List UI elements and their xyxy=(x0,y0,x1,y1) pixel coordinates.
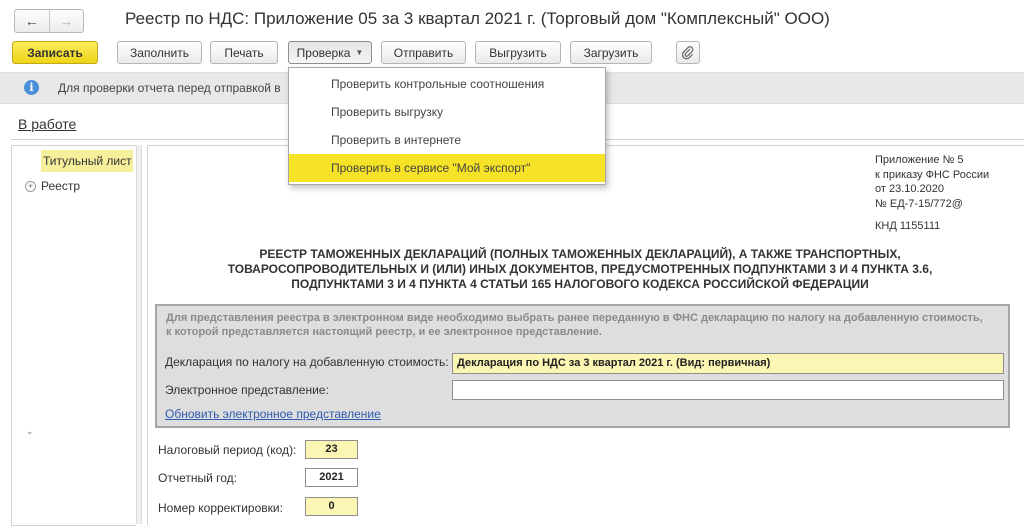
note-line: Для представления реестра в электронном … xyxy=(166,312,983,324)
declaration-field[interactable]: Декларация по НДС за 3 квартал 2021 г. (… xyxy=(452,353,1004,374)
attach-button[interactable] xyxy=(676,41,700,64)
correction-label: Номер корректировки: xyxy=(158,501,283,515)
heading-line: ПОДПУНКТАМИ 3 И 4 ПУНКТА 4 СТАТЬИ 165 НА… xyxy=(291,277,869,291)
check-button-label: Проверка xyxy=(296,45,351,60)
tree-item-registry[interactable]: Реестр xyxy=(41,179,80,193)
expand-icon[interactable]: + xyxy=(25,181,36,192)
arrow-right-icon: → xyxy=(59,13,74,29)
caret-down-icon: ▼ xyxy=(355,48,364,57)
submission-note: Для представления реестра в электронном … xyxy=(166,311,1006,339)
year-field[interactable]: 2021 xyxy=(305,468,358,487)
appendix-reference: Приложение № 5 к приказу ФНС России от 2… xyxy=(875,153,989,211)
check-button[interactable]: Проверка ▼ xyxy=(288,41,372,64)
refresh-electronic-link[interactable]: Обновить электронное представление xyxy=(165,407,381,421)
tax-period-label: Налоговый период (код): xyxy=(158,443,297,457)
info-text: Для проверки отчета перед отправкой в xyxy=(58,81,281,95)
tree-item-title-page[interactable]: Титульный лист xyxy=(41,150,133,172)
note-line: к которой представляется настоящий реест… xyxy=(166,326,602,338)
heading-line: РЕЕСТР ТАМОЖЕННЫХ ДЕКЛАРАЦИЙ (ПОЛНЫХ ТАМ… xyxy=(259,247,901,261)
collapse-icon[interactable]: ⌄ xyxy=(26,426,34,437)
tax-period-field[interactable]: 23 xyxy=(305,440,358,459)
info-icon: i xyxy=(24,80,39,95)
heading-line: ТОВАРОСОПРОВОДИТЕЛЬНЫХ И (ИЛИ) ИНЫХ ДОКУ… xyxy=(227,262,933,276)
back-button[interactable]: ← xyxy=(15,10,49,32)
menu-item-check-control-ratios[interactable]: Проверить контрольные соотношения xyxy=(289,70,605,98)
electronic-label: Электронное представление: xyxy=(165,383,329,397)
send-button[interactable]: Отправить xyxy=(381,41,466,64)
export-button[interactable]: Выгрузить xyxy=(475,41,561,64)
window-title: Реестр по НДС: Приложение 05 за 3 кварта… xyxy=(125,9,830,28)
menu-item-check-my-export[interactable]: Проверить в сервисе "Мой экспорт" xyxy=(289,154,605,182)
menu-item-check-online[interactable]: Проверить в интернете xyxy=(289,126,605,154)
correction-field[interactable]: 0 xyxy=(305,497,358,516)
status-link[interactable]: В работе xyxy=(18,116,76,132)
year-label: Отчетный год: xyxy=(158,471,238,485)
declaration-label: Декларация по налогу на добавленную стои… xyxy=(165,355,449,369)
knd-code: КНД 1155111 xyxy=(875,220,941,232)
navigation-buttons: ← → xyxy=(14,9,84,33)
paperclip-icon xyxy=(681,45,694,59)
print-button[interactable]: Печать xyxy=(210,41,278,64)
menu-item-check-export[interactable]: Проверить выгрузку xyxy=(289,98,605,126)
arrow-left-icon: ← xyxy=(24,13,39,29)
appendix-line: Приложение № 5 xyxy=(875,154,964,166)
forward-button[interactable]: → xyxy=(48,10,84,32)
import-button[interactable]: Загрузить xyxy=(570,41,652,64)
appendix-line: № ЕД-7-15/772@ xyxy=(875,197,963,210)
check-dropdown-menu: Проверить контрольные соотношения Провер… xyxy=(288,67,606,185)
save-button[interactable]: Записать xyxy=(12,41,98,64)
fill-button[interactable]: Заполнить xyxy=(117,41,202,64)
appendix-line: от 23.10.2020 xyxy=(875,183,945,195)
appendix-line: к приказу ФНС России xyxy=(875,168,990,181)
section-tree: Титульный лист + Реестр ⌄ xyxy=(11,145,136,526)
document-heading: РЕЕСТР ТАМОЖЕННЫХ ДЕКЛАРАЦИЙ (ПОЛНЫХ ТАМ… xyxy=(200,247,960,292)
panel-splitter[interactable] xyxy=(136,145,142,524)
electronic-field[interactable] xyxy=(452,380,1004,400)
